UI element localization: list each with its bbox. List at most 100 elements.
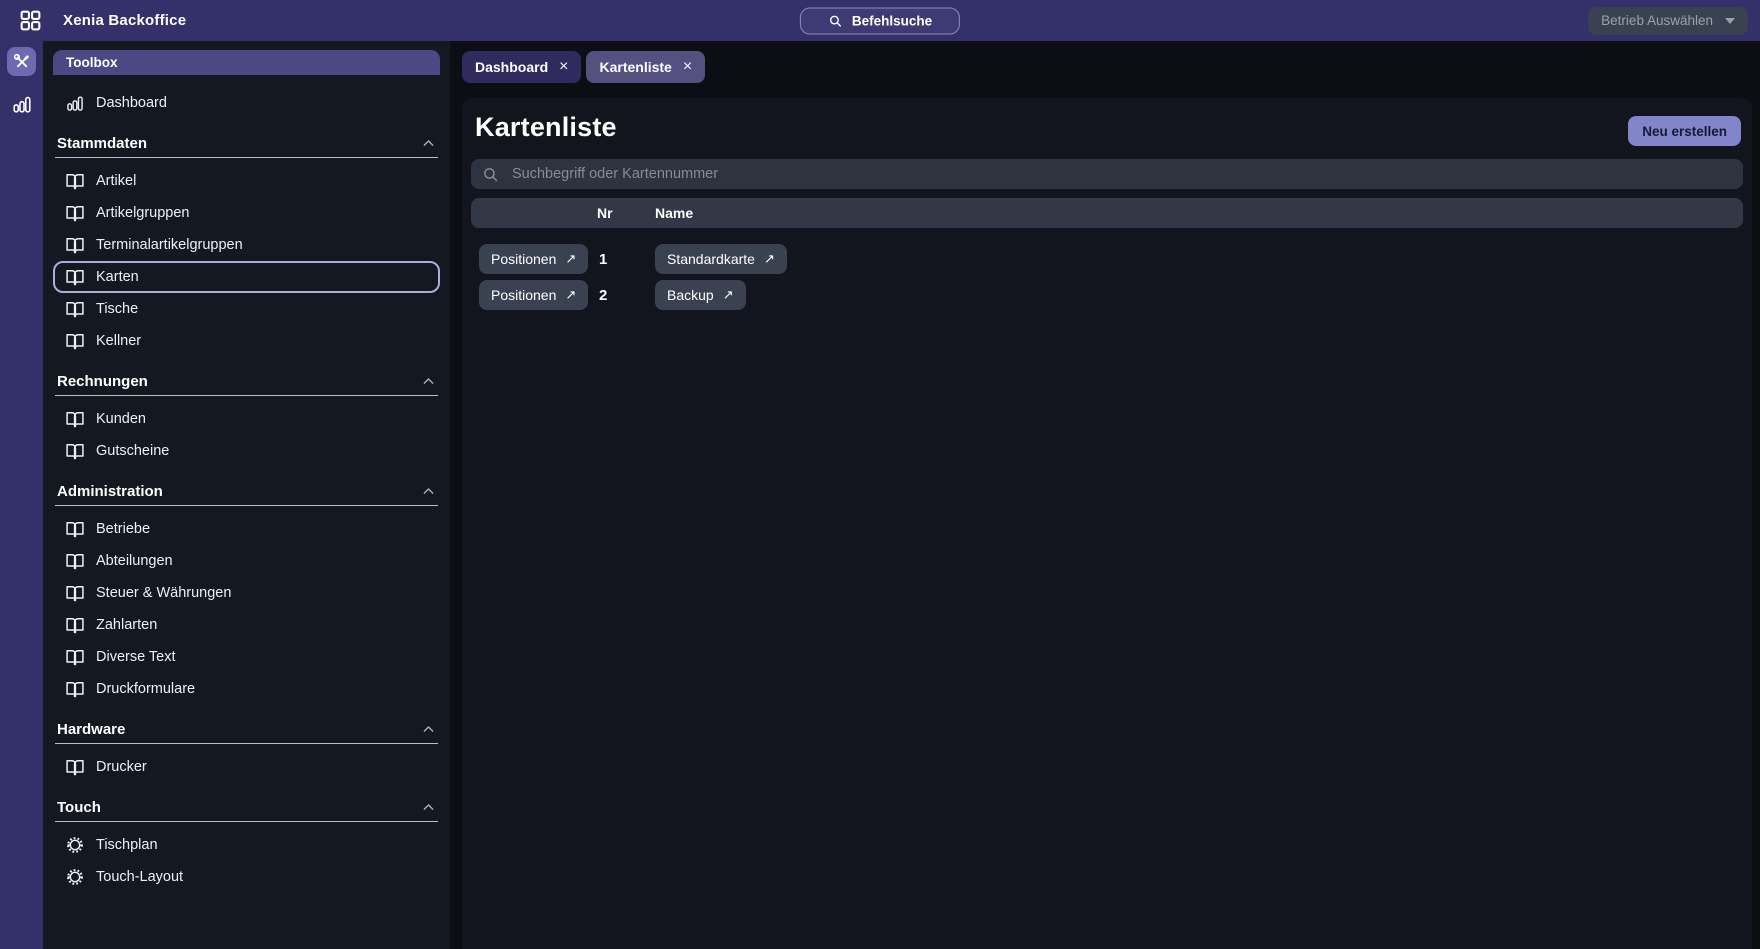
chart-icon [65,93,85,113]
toolbox-sidebar: Toolbox DashboardStammdatenArtikelArtike… [43,41,450,949]
row-actions-cell: Positionen ↗ [479,244,597,274]
book-icon [65,757,85,777]
book-icon [65,299,85,319]
sidebar-section-header-stammdaten[interactable]: Stammdaten [55,132,438,155]
sidebar-item-kellner[interactable]: Kellner [53,325,440,357]
sidebar-item-touch-layout[interactable]: Touch-Layout [53,861,440,893]
card-name-label: Backup [667,287,714,303]
close-icon[interactable]: × [559,59,568,75]
sidebar-item-steuer-w-hrungen[interactable]: Steuer & Währungen [53,577,440,609]
row-nr: 2 [597,287,655,304]
sidebar-item-label: Gutscheine [96,443,169,459]
sidebar-item-zahlarten[interactable]: Zahlarten [53,609,440,641]
sidebar-item-abteilungen[interactable]: Abteilungen [53,545,440,577]
sidebar-item-label: Artikel [96,173,136,189]
book-icon [65,441,85,461]
company-select[interactable]: Betrieb Auswählen [1588,7,1748,35]
table-header-name: Name [655,205,1735,221]
row-nr: 1 [597,251,655,268]
sidebar-item-label: Tische [96,301,138,317]
body-row: Toolbox DashboardStammdatenArtikelArtike… [0,41,1760,949]
sidebar-item-druckformulare[interactable]: Druckformulare [53,673,440,705]
sidebar-item-label: Tischplan [96,837,158,853]
chevron-up-icon [421,722,436,737]
tab-kartenliste[interactable]: Kartenliste × [586,51,705,83]
tools-icon [12,52,31,71]
rail-toolbox-button[interactable] [7,47,36,76]
sidebar-item-label: Steuer & Währungen [96,585,231,601]
create-new-button[interactable]: Neu erstellen [1628,116,1741,146]
tab-dashboard[interactable]: Dashboard × [462,51,581,83]
section-divider [55,505,438,506]
table-header-row: Nr Name [471,198,1743,228]
topbar: Xenia Backoffice Befehlsuche Betrieb Aus… [0,0,1760,41]
row-name-cell: Standardkarte↗ [655,244,1735,274]
book-icon [65,203,85,223]
page-header: Kartenliste Neu erstellen [471,111,1743,146]
sidebar-item-terminalartikelgruppen[interactable]: Terminalartikelgruppen [53,229,440,261]
app-menu-button[interactable] [16,7,44,35]
positions-button[interactable]: Positionen↗ [479,280,588,310]
sidebar-item-label: Drucker [96,759,147,775]
sidebar-item-label: Touch-Layout [96,869,183,885]
search-icon [828,13,843,28]
sidebar-item-diverse-text[interactable]: Diverse Text [53,641,440,673]
card-name-label: Standardkarte [667,251,755,267]
sidebar-item-drucker[interactable]: Drucker [53,751,440,783]
table-row: Positionen↗ 2Backup↗ [471,280,1743,310]
sidebar-item-betriebe[interactable]: Betriebe [53,513,440,545]
sidebar-list: Dashboard Stammdaten Artikel Artikelgruppen… [43,75,450,949]
app-title: Xenia Backoffice [63,12,186,29]
chevron-down-icon [1725,18,1735,24]
sidebar-section-header-hardware[interactable]: Hardware [55,718,438,741]
book-icon [65,615,85,635]
sidebar-item-tischplan[interactable]: Tischplan [53,829,440,861]
tab-label: Dashboard [475,59,548,75]
search-input[interactable] [510,165,1732,183]
row-name-cell: Backup↗ [655,280,1735,310]
sidebar-item-label: Druckformulare [96,681,195,697]
positions-button[interactable]: Positionen ↗ [479,244,588,274]
sidebar-item-kunden[interactable]: Kunden [53,403,440,435]
main-content: Dashboard × Kartenliste × Kartenliste Neu e… [450,41,1760,949]
page-card: Kartenliste Neu erstellen Nr Name [462,98,1752,949]
book-icon [65,583,85,603]
icon-rail [0,41,43,949]
external-link-icon: ↗ [565,251,576,267]
book-icon [65,679,85,699]
book-icon [65,551,85,571]
gear-icon [65,835,85,855]
chevron-up-icon [421,484,436,499]
sidebar-item-karten[interactable]: Karten [53,261,440,293]
command-search-button[interactable]: Befehlsuche [800,7,960,34]
sidebar-section-header-administration[interactable]: Administration [55,480,438,503]
book-icon [65,409,85,429]
sidebar-item-label: Karten [96,269,139,285]
book-icon [65,171,85,191]
sidebar-item-artikel[interactable]: Artikel [53,165,440,197]
gear-icon [65,867,85,887]
card-link-button[interactable]: Backup↗ [655,280,746,310]
company-select-value: Betrieb Auswählen [1601,13,1713,28]
search-icon [482,166,499,183]
book-icon [65,519,85,539]
page-title: Kartenliste [475,112,617,143]
grid-logo-icon [18,8,43,33]
section-divider [55,743,438,744]
sidebar-item-gutscheine[interactable]: Gutscheine [53,435,440,467]
rail-statistics-button[interactable] [11,93,33,115]
sidebar-section-header-touch[interactable]: Touch [55,796,438,819]
tab-label: Kartenliste [599,59,671,75]
sidebar-item-tische[interactable]: Tische [53,293,440,325]
bar-chart-icon [11,93,33,115]
sidebar-item-dashboard[interactable]: Dashboard [53,87,440,119]
card-link-button[interactable]: Standardkarte↗ [655,244,787,274]
close-icon[interactable]: × [683,59,692,75]
sidebar-section-header-rechnungen[interactable]: Rechnungen [55,370,438,393]
positions-label: Positionen [491,251,556,267]
sidebar-item-label: Abteilungen [96,553,173,569]
book-icon [65,267,85,287]
sidebar-item-label: Diverse Text [96,649,176,665]
sidebar-item-artikelgruppen[interactable]: Artikelgruppen [53,197,440,229]
sidebar-item-label: Kunden [96,411,146,427]
